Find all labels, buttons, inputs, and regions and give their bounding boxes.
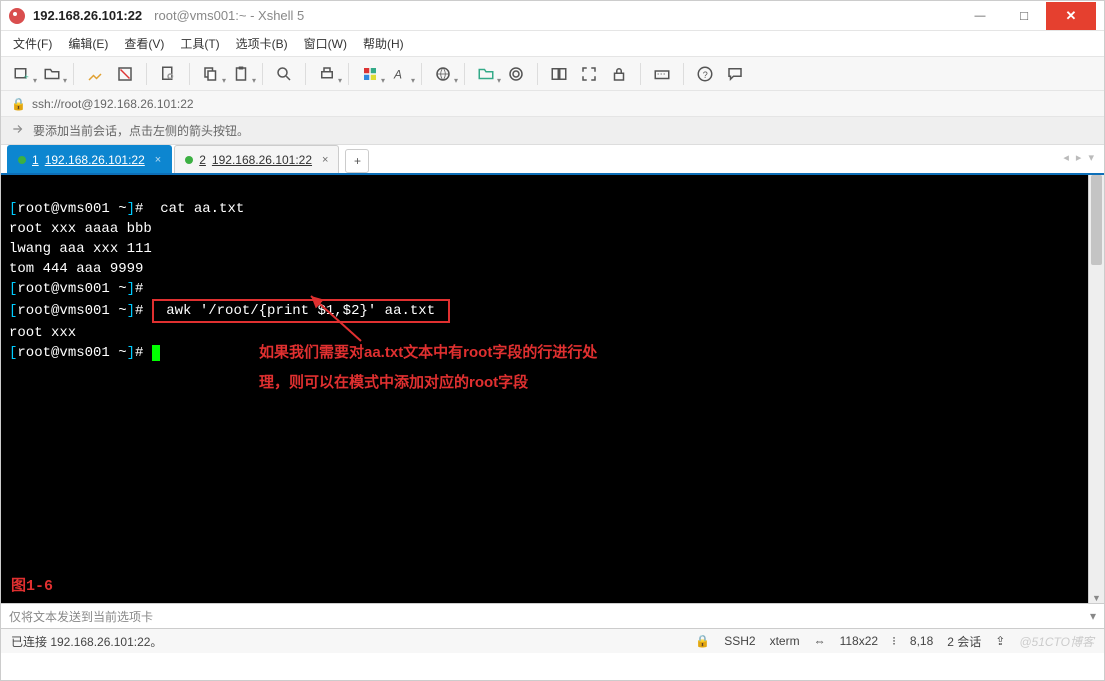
send-input-bar[interactable]: 仅将文本发送到当前选项卡 ▾ <box>1 603 1104 629</box>
minimize-button[interactable] <box>958 2 1002 30</box>
tab-close-icon[interactable]: × <box>155 154 161 166</box>
terminal-area: [[root@vms001 ~]#root@vms001 ~]# cat aa.… <box>1 175 1104 603</box>
svg-text:A: A <box>393 67 402 81</box>
encoding-button[interactable] <box>430 61 456 87</box>
window-title-main: 192.168.26.101:22 <box>33 8 142 23</box>
tab-strip: 1 192.168.26.101:22 × 2 192.168.26.101:2… <box>1 145 1104 175</box>
feedback-button[interactable] <box>722 61 748 87</box>
status-pos-icon: ⁝ <box>892 634 896 648</box>
status-term-type: xterm <box>770 634 800 648</box>
maximize-button[interactable] <box>1002 2 1046 30</box>
script-button[interactable] <box>503 61 529 87</box>
menu-tab[interactable]: 选项卡(B) <box>236 35 288 52</box>
annotation-text-2: 理，则可以在模式中添加对应的root字段 <box>259 373 528 393</box>
session-tab-1[interactable]: 1 192.168.26.101:22 × <box>7 145 172 173</box>
tab-nav-arrows[interactable]: ◂ ▸ ▾ <box>1063 151 1096 164</box>
input-dropdown-icon[interactable]: ▾ <box>1090 609 1096 623</box>
figure-label: 图1-6 <box>11 577 53 597</box>
tab-close-icon[interactable]: × <box>322 154 328 166</box>
tab-number: 1 <box>32 153 39 167</box>
input-placeholder: 仅将文本发送到当前选项卡 <box>9 608 153 625</box>
add-tab-button[interactable]: + <box>345 149 369 173</box>
terminal-cursor <box>152 345 160 361</box>
lock-icon: 🔒 <box>11 97 26 111</box>
address-url[interactable]: ssh://root@192.168.26.101:22 <box>32 97 194 111</box>
tab-label: 192.168.26.101:22 <box>212 153 312 167</box>
highlighted-command: awk '/root/{print $1,$2}' aa.txt <box>152 299 450 323</box>
window-title-sub: root@vms001:~ - Xshell 5 <box>154 8 304 23</box>
terminal-scrollbar[interactable]: ▲ ▼ <box>1088 175 1104 603</box>
new-session-button[interactable]: + <box>9 61 35 87</box>
status-bar: 已连接 192.168.26.101:22。 🔒 SSH2 xterm ⇔ 11… <box>1 629 1104 653</box>
cmd-cat: cat aa.txt <box>152 201 244 217</box>
menu-help[interactable]: 帮助(H) <box>363 35 404 52</box>
hint-arrow-icon[interactable] <box>11 122 25 139</box>
transfer-button[interactable] <box>473 61 499 87</box>
title-bar: 192.168.26.101:22 root@vms001:~ - Xshell… <box>1 1 1104 31</box>
output-line: lwang aaa xxx 111 <box>9 241 152 257</box>
output-line: root xxx aaaa bbb <box>9 221 152 237</box>
status-dot-icon <box>185 156 193 164</box>
fullscreen-button[interactable] <box>576 61 602 87</box>
output-line: tom 444 aaa 9999 <box>9 261 143 277</box>
watermark: @51CTO博客 <box>1019 633 1094 650</box>
terminal[interactable]: [[root@vms001 ~]#root@vms001 ~]# cat aa.… <box>1 175 1088 603</box>
status-cursor-pos: 8,18 <box>910 634 933 648</box>
lock-button[interactable] <box>606 61 632 87</box>
annotation-text-1: 如果我们需要对aa.txt文本中有root字段的行进行处 <box>259 343 597 363</box>
hint-bar: 要添加当前会话，点击左侧的箭头按钮。 <box>1 117 1104 145</box>
scroll-down-icon[interactable]: ▼ <box>1089 593 1104 603</box>
menu-tools[interactable]: 工具(T) <box>180 35 219 52</box>
menu-bar: 文件(F) 编辑(E) 查看(V) 工具(T) 选项卡(B) 窗口(W) 帮助(… <box>1 31 1104 57</box>
status-size: 118x22 <box>840 634 878 648</box>
tab-number: 2 <box>199 153 206 167</box>
svg-text:+: + <box>24 72 29 82</box>
app-icon <box>9 8 25 24</box>
menu-view[interactable]: 查看(V) <box>124 35 164 52</box>
caps-icon: ⇪ <box>995 634 1005 648</box>
print-button[interactable] <box>314 61 340 87</box>
paste-button[interactable] <box>228 61 254 87</box>
keyboard-button[interactable] <box>649 61 675 87</box>
status-lock-icon: 🔒 <box>695 634 710 648</box>
main-toolbar: + A ? <box>1 57 1104 91</box>
status-size-icon: ⇔ <box>814 634 826 648</box>
disconnect-button[interactable] <box>112 61 138 87</box>
status-protocol: SSH2 <box>724 634 755 648</box>
find-button[interactable] <box>271 61 297 87</box>
svg-text:?: ? <box>703 69 708 79</box>
scroll-thumb[interactable] <box>1091 175 1102 265</box>
status-connected: 已连接 192.168.26.101:22。 <box>11 633 162 650</box>
reconnect-button[interactable] <box>82 61 108 87</box>
status-dot-icon <box>18 156 26 164</box>
color-scheme-button[interactable] <box>357 61 383 87</box>
open-session-button[interactable] <box>39 61 65 87</box>
status-sessions: 2 会话 <box>947 633 981 650</box>
address-bar: 🔒 ssh://root@192.168.26.101:22 <box>1 91 1104 117</box>
close-button[interactable] <box>1046 2 1096 30</box>
session-tab-2[interactable]: 2 192.168.26.101:22 × <box>174 145 339 173</box>
properties-button[interactable] <box>155 61 181 87</box>
hint-text: 要添加当前会话，点击左侧的箭头按钮。 <box>33 122 249 139</box>
output-line: root xxx <box>9 325 76 341</box>
menu-edit[interactable]: 编辑(E) <box>68 35 108 52</box>
menu-window[interactable]: 窗口(W) <box>304 35 347 52</box>
tile-horizontal-button[interactable] <box>546 61 572 87</box>
help-button[interactable]: ? <box>692 61 718 87</box>
copy-button[interactable] <box>198 61 224 87</box>
menu-file[interactable]: 文件(F) <box>13 35 52 52</box>
tab-label: 192.168.26.101:22 <box>45 153 145 167</box>
font-button[interactable]: A <box>387 61 413 87</box>
